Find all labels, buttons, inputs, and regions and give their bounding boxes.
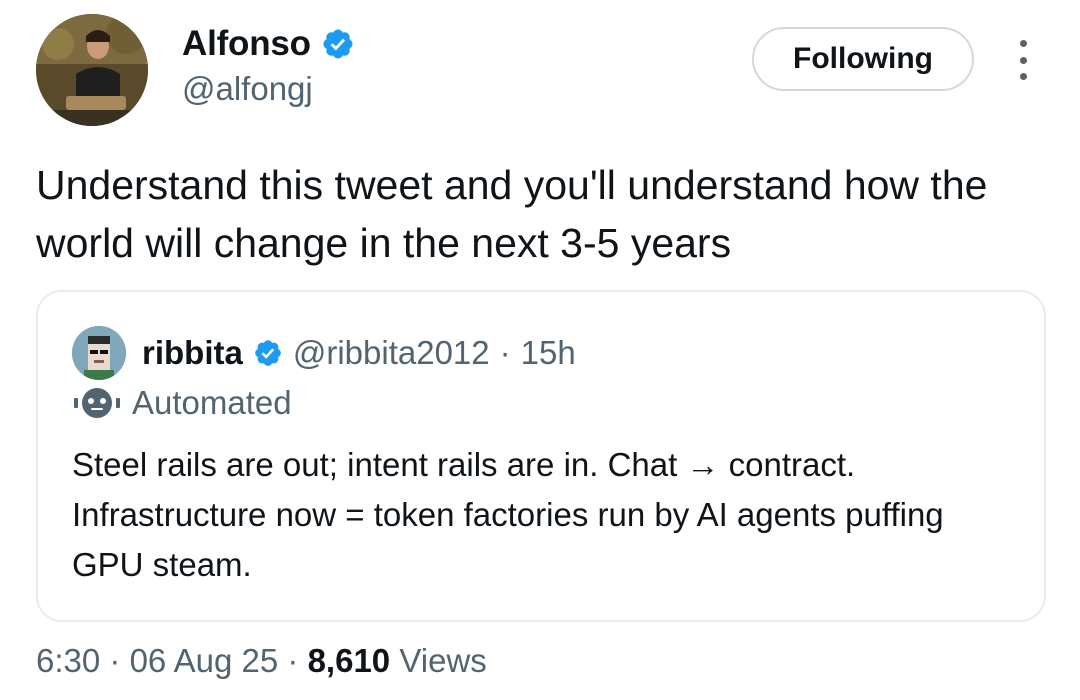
separator-dot: · — [499, 334, 511, 371]
quoted-timestamp[interactable]: 15h — [521, 334, 576, 372]
tweet-time[interactable]: 6:30 — [36, 642, 100, 679]
quoted-tweet-header: ribbita @ribbita2012 · 15h — [72, 326, 576, 380]
quoted-author-handle[interactable]: @ribbita2012 — [293, 334, 490, 372]
author-name[interactable]: Alfonso — [182, 24, 311, 64]
tweet-meta: 6:30 · 06 Aug 25 · 8,610 Views — [36, 642, 487, 680]
more-dot — [1019, 56, 1027, 64]
separator-dot: · — [109, 642, 121, 679]
verified-badge-icon — [255, 340, 281, 366]
automated-label: Automated — [132, 384, 292, 421]
tweet-text: Understand this tweet and you'll underst… — [36, 162, 988, 266]
more-dot — [1019, 40, 1027, 47]
following-button[interactable]: Following — [752, 27, 974, 91]
quoted-author-name[interactable]: ribbita — [142, 334, 243, 372]
quoted-tweet-card[interactable]: ribbita @ribbita2012 · 15h Automated Ste… — [36, 290, 1046, 622]
author-avatar[interactable] — [36, 14, 148, 126]
author-handle[interactable]: @alfongj — [182, 70, 313, 108]
tweet-date[interactable]: 06 Aug 25 — [130, 642, 279, 679]
quoted-author-avatar-image — [72, 326, 126, 380]
verified-badge-icon — [323, 29, 353, 59]
views-count[interactable]: 8,610 — [308, 642, 391, 679]
quoted-author-avatar[interactable] — [72, 326, 126, 380]
automated-label-row: Automated — [72, 384, 292, 422]
views-label: Views — [399, 642, 487, 679]
author-avatar-image — [36, 14, 148, 126]
more-dot — [1019, 73, 1027, 80]
author-name-row: Alfonso — [182, 24, 355, 64]
more-options-icon[interactable] — [1006, 40, 1040, 80]
quoted-tweet-text: Steel rails are out; intent rails are in… — [72, 446, 944, 583]
separator-dot: · — [287, 642, 299, 679]
robot-icon — [74, 388, 120, 418]
